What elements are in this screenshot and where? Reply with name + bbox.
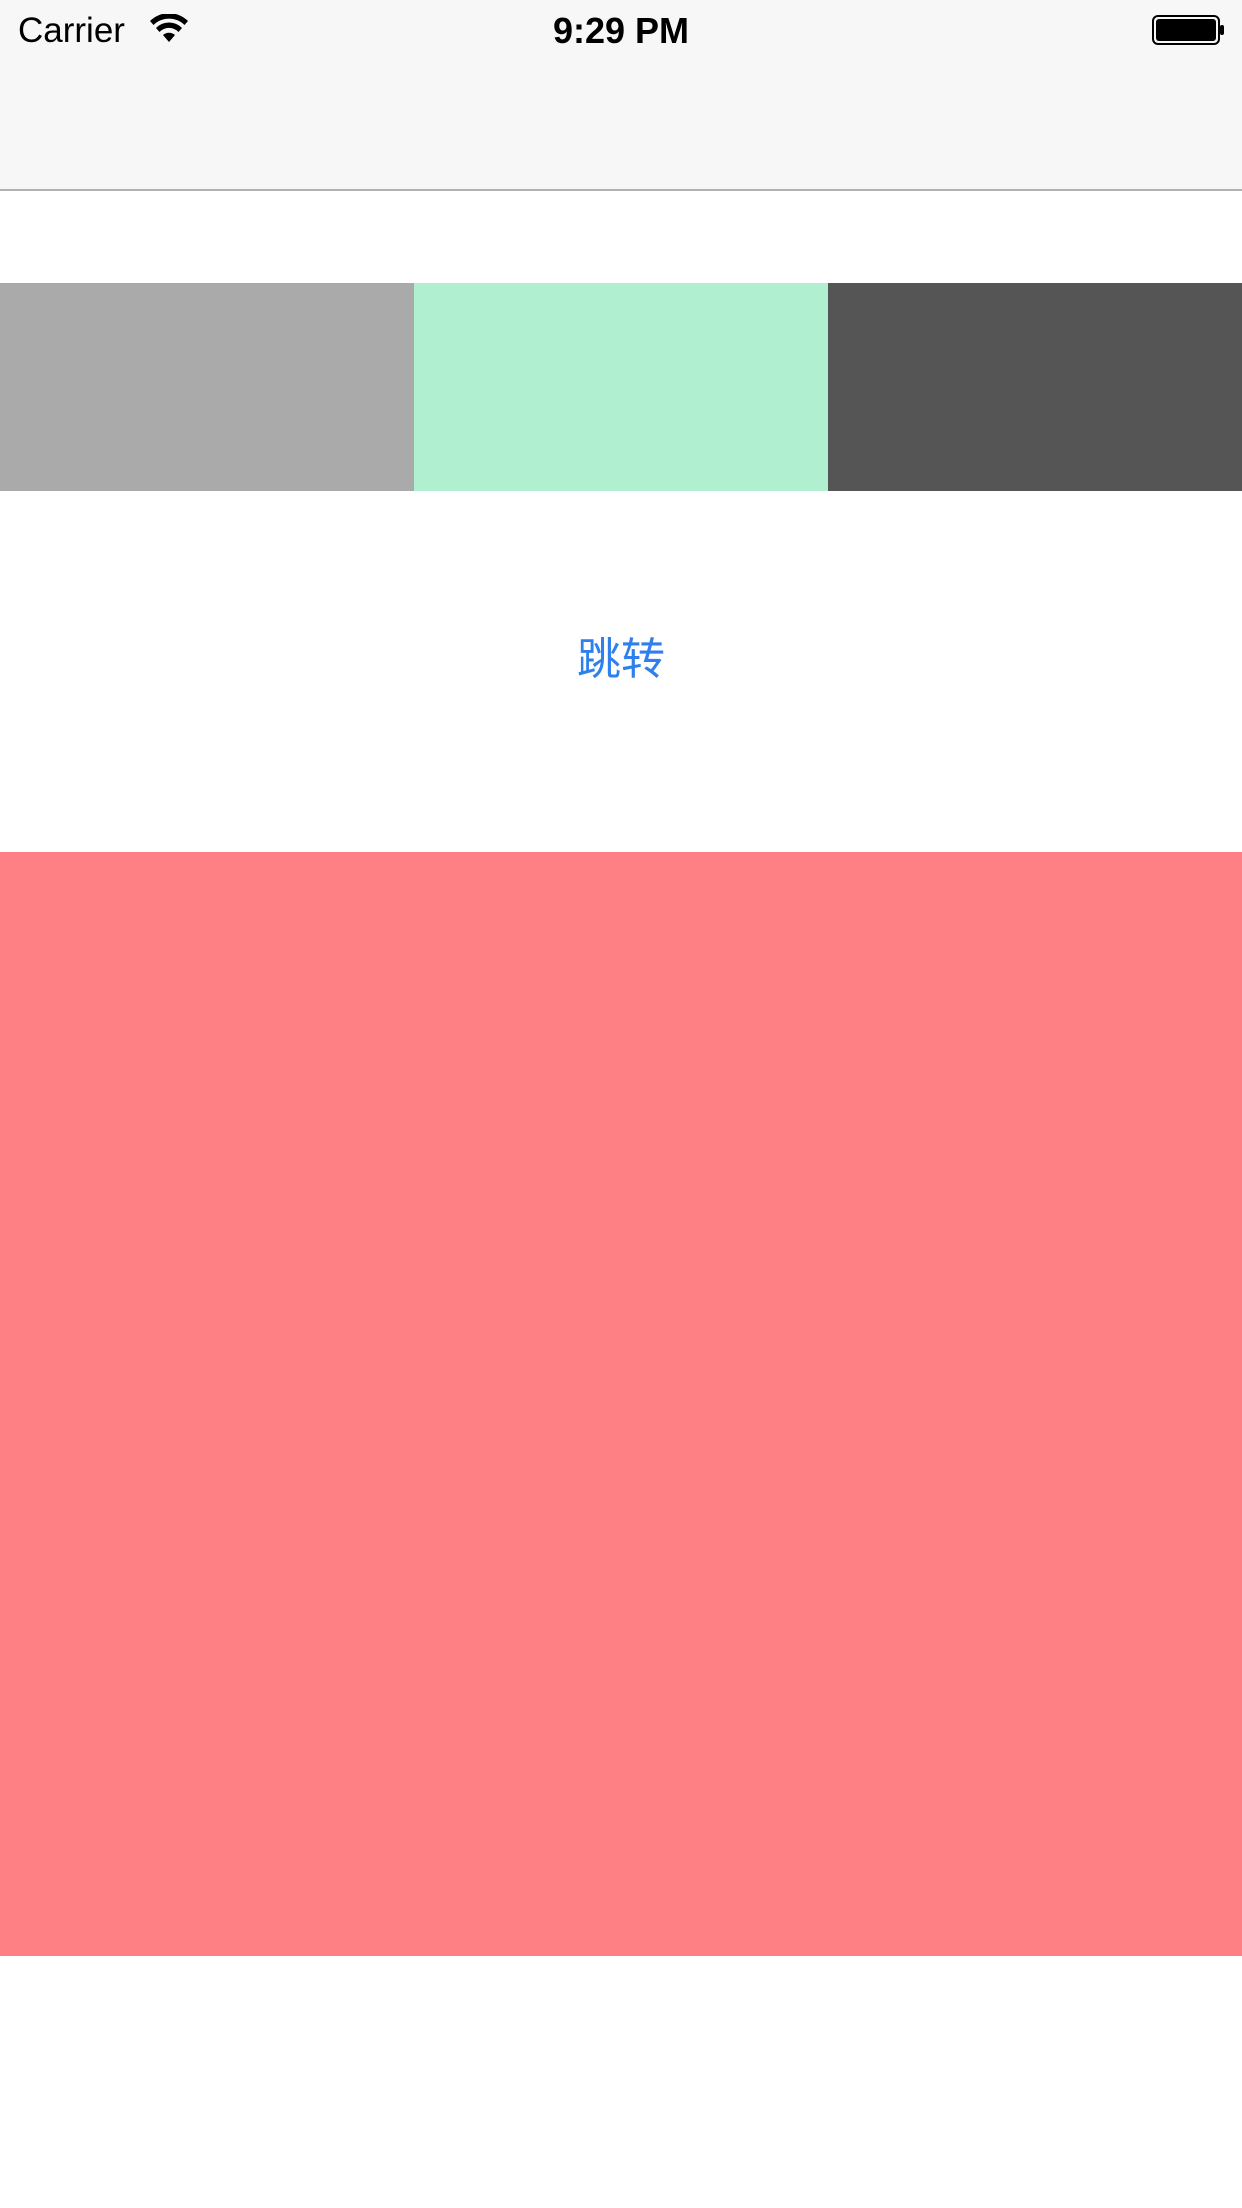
status-time: 9:29 PM	[552, 10, 690, 51]
color-block-mint	[414, 283, 828, 491]
color-strip	[0, 283, 1242, 491]
jump-button[interactable]: 跳转	[521, 620, 721, 700]
red-panel	[0, 852, 1242, 1956]
navigation-bar: Carrier 9:29 PM	[0, 0, 1242, 191]
status-bar: Carrier 9:29 PM	[0, 0, 1242, 60]
color-block-dark-gray	[828, 283, 1242, 491]
color-block-gray	[0, 283, 414, 491]
app-screen: Carrier 9:29 PM 跳转	[0, 0, 1242, 2208]
battery-icon	[1152, 15, 1226, 45]
